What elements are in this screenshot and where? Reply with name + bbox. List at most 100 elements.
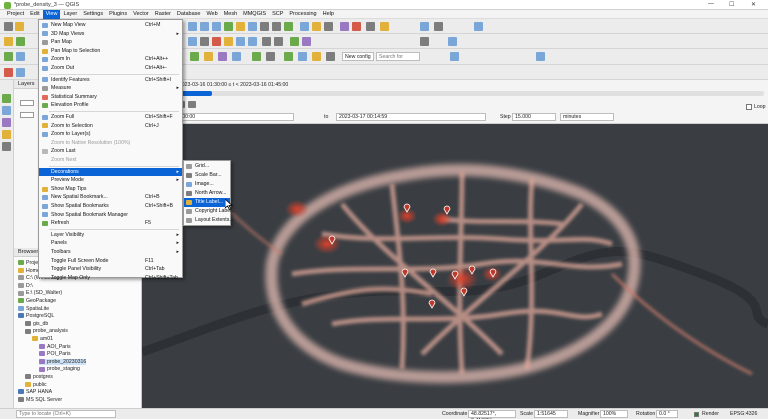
select-icon[interactable]: [312, 22, 321, 31]
add-delimited-icon[interactable]: [2, 130, 11, 139]
menu-vector[interactable]: Vector: [130, 10, 152, 19]
maximize-button[interactable]: ☐: [729, 1, 734, 8]
zoom-layer-icon[interactable]: [248, 22, 257, 31]
view-menu-item-new-map-view[interactable]: New Map View Ctrl+M: [39, 21, 182, 30]
python-icon[interactable]: [204, 52, 213, 61]
view-menu-item-decorations[interactable]: Decorations ▸: [39, 167, 182, 177]
view-menu-item-toggle-full-screen-mode[interactable]: Toggle Full Screen Mode F11: [39, 257, 182, 266]
browser-item[interactable]: am01: [32, 336, 53, 342]
annotation-icon[interactable]: [434, 22, 443, 31]
end-time-field[interactable]: 2023-03-17 00:14:59: [336, 113, 486, 121]
view-menu-item-show-spatial-bookmark-manager[interactable]: Show Spatial Bookmark Manager: [39, 211, 182, 220]
view-menu-item-pan-map[interactable]: Pan Map: [39, 38, 182, 47]
new-project-icon[interactable]: [4, 22, 13, 31]
browser-item[interactable]: postgres: [25, 374, 53, 380]
view-menu-item-show-map-tips[interactable]: Show Map Tips: [39, 185, 182, 194]
browser-item[interactable]: D:\: [18, 283, 33, 289]
view-menu-item-zoom-in[interactable]: Zoom In Ctrl+Alt++: [39, 55, 182, 64]
temporal-track[interactable]: [144, 91, 764, 96]
map-tips-icon[interactable]: [380, 22, 389, 31]
deselect-icon[interactable]: [324, 22, 333, 31]
layer-checkbox[interactable]: [20, 100, 34, 106]
gps-icon[interactable]: [16, 68, 25, 77]
zoom-in-icon[interactable]: [200, 22, 209, 31]
browser-item[interactable]: public: [25, 382, 47, 388]
browser-item[interactable]: probe_analysis: [25, 328, 68, 334]
view-menu-item-measure[interactable]: Measure ▸: [39, 84, 182, 93]
view-menu-item-refresh[interactable]: Refresh F5: [39, 219, 182, 228]
zoom-full-icon[interactable]: [224, 22, 233, 31]
add-mesh-icon[interactable]: [2, 118, 11, 127]
add-feature-icon[interactable]: [188, 37, 197, 46]
vertex-tool-icon[interactable]: [200, 37, 209, 46]
view-menu-item-zoom-full[interactable]: Zoom Full Ctrl+Shift+F: [39, 113, 182, 122]
decorations-item-image[interactable]: Image...: [184, 180, 230, 189]
menu-help[interactable]: Help: [320, 10, 337, 19]
history-icon[interactable]: [232, 52, 241, 61]
skip-end-icon[interactable]: [188, 101, 196, 108]
zoom-out-icon[interactable]: [212, 22, 221, 31]
browser-item[interactable]: PostgreSQL: [18, 313, 54, 319]
menu-mesh[interactable]: Mesh: [221, 10, 240, 19]
processing-icon[interactable]: [190, 52, 199, 61]
view-menu-item-3d-map-views[interactable]: 3D Map Views ▸: [39, 30, 182, 39]
add-postgis-icon[interactable]: [2, 142, 11, 151]
browser-item[interactable]: POI_Paris: [39, 351, 71, 357]
view-menu-item-pan-map-to-selection[interactable]: Pan Map to Selection: [39, 47, 182, 56]
close-button[interactable]: ✕: [751, 1, 756, 8]
layer-checkbox[interactable]: [20, 112, 34, 118]
browser-item[interactable]: Home: [18, 268, 40, 274]
temporal-icon[interactable]: [420, 22, 429, 31]
view-menu-item-preview-mode[interactable]: Preview Mode ▸: [39, 176, 182, 185]
menu-scp[interactable]: SCP: [269, 10, 286, 19]
view-menu-item-zoom-out[interactable]: Zoom Out Ctrl+Alt+-: [39, 64, 182, 73]
decorations-item-grid[interactable]: Grid...: [184, 162, 230, 171]
view-menu-item-layer-visibility[interactable]: Layer Visibility ▸: [39, 231, 182, 240]
step-unit-select[interactable]: minutes: [560, 113, 614, 121]
add-raster-icon[interactable]: [16, 52, 25, 61]
zoom-selection-icon[interactable]: [236, 22, 245, 31]
menu-layer[interactable]: Layer: [60, 10, 80, 19]
undo-icon[interactable]: [262, 37, 271, 46]
view-menu-item-toggle-map-only[interactable]: Toggle Map Only Ctrl+Shift+Tab: [39, 274, 182, 283]
label-icon[interactable]: [290, 37, 299, 46]
field-calc-icon[interactable]: [340, 22, 349, 31]
decorations-item-title-label[interactable]: Title Label...: [184, 198, 230, 207]
view-menu-item-new-spatial-bookmark[interactable]: New Spatial Bookmark... Ctrl+B: [39, 193, 182, 202]
view-menu-item-panels[interactable]: Panels ▸: [39, 239, 182, 248]
minimize-button[interactable]: —: [708, 1, 714, 7]
browser-item[interactable]: gis_db: [25, 321, 48, 327]
menu-view[interactable]: View: [42, 9, 61, 19]
identify-icon[interactable]: [300, 22, 309, 31]
menu-web[interactable]: Web: [203, 10, 220, 19]
add-vector-icon[interactable]: [2, 94, 11, 103]
open-project-icon[interactable]: [15, 22, 24, 31]
filter-icon[interactable]: [298, 52, 307, 61]
shape-digitize-icon[interactable]: [420, 37, 429, 46]
pan-icon[interactable]: [188, 22, 197, 31]
browser-item[interactable]: AOI_Paris: [39, 344, 71, 350]
decorations-item-layout-extents[interactable]: Layout Extents...: [184, 216, 234, 225]
view-menu-item-identify-features[interactable]: Identify Features Ctrl+Shift+I: [39, 76, 182, 85]
atlas-icon[interactable]: [450, 52, 459, 61]
view-menu-item-statistical-summary[interactable]: Statistical Summary: [39, 93, 182, 102]
theme-icon[interactable]: [326, 52, 335, 61]
decorations-item-scale-bar[interactable]: Scale Bar...: [184, 171, 230, 180]
browser-item[interactable]: GeoPackage: [18, 298, 56, 304]
locator-input[interactable]: [16, 410, 116, 418]
paste-icon[interactable]: [248, 37, 257, 46]
delete-icon[interactable]: [212, 37, 221, 46]
menu-processing[interactable]: Processing: [286, 10, 319, 19]
menu-settings[interactable]: Settings: [80, 10, 106, 19]
record-icon[interactable]: [4, 68, 13, 77]
browser-item[interactable]: SpatiaLite: [18, 306, 49, 312]
render-checkbox[interactable]: [694, 412, 699, 417]
browser-item[interactable]: probe_staging: [39, 366, 80, 372]
theme-select[interactable]: New config: [342, 52, 374, 61]
decorations-item-north-arrow[interactable]: North Arrow...: [184, 189, 230, 198]
edit-icon[interactable]: [4, 37, 13, 46]
refresh-icon[interactable]: [284, 22, 293, 31]
view-menu-item-toggle-panel-visibility[interactable]: Toggle Panel Visibility Ctrl+Tab: [39, 265, 182, 274]
view-menu-item-zoom-last[interactable]: Zoom Last: [39, 147, 182, 156]
view-menu-item-show-spatial-bookmarks[interactable]: Show Spatial Bookmarks Ctrl+Shift+B: [39, 202, 182, 211]
